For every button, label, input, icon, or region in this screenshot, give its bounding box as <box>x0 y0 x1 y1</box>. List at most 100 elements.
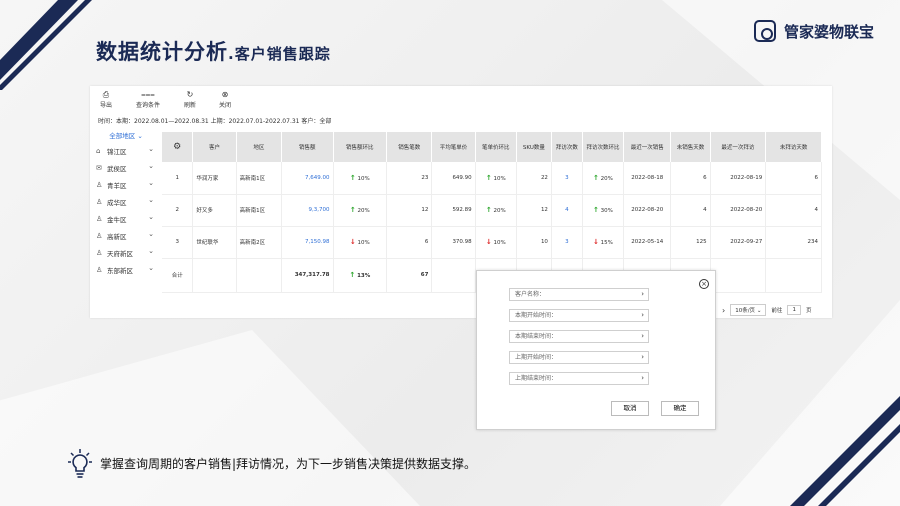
visits-link[interactable]: 3 <box>551 162 583 195</box>
lightbulb-icon <box>68 449 92 478</box>
corner-stripes-bottom-right <box>790 396 900 506</box>
table-row[interactable]: 1 华润万家 高新南1区 7,649.00 ↑ 10% 23 649.90 ↑ … <box>162 162 822 195</box>
table-row[interactable]: 2 好又多 高新南1区 9,3,700 ↑ 20% 12 592.89 ↑ 20… <box>162 194 822 227</box>
slide-caption: 掌握查询周期的客户销售|拜访情况，为下一步销售决策提供数据支撑。 <box>100 457 477 471</box>
chevron-down-icon: ⌄ <box>148 247 154 255</box>
user-icon: ♙ <box>96 265 103 274</box>
column-header[interactable]: 拜访次数环比 <box>582 132 625 162</box>
chevron-right-icon: › <box>641 353 644 361</box>
title-main: 数据统计分析 <box>96 40 228 64</box>
bg-shape <box>0 330 420 506</box>
mail-icon: ✉ <box>96 163 102 172</box>
export-button[interactable]: ⎙ 导出 <box>86 90 126 109</box>
sales-link[interactable]: 9,3,700 <box>281 194 334 227</box>
query-conditions-button[interactable]: ⩶ 查询条件 <box>128 90 168 109</box>
column-header[interactable]: SKU数量 <box>516 132 552 162</box>
user-icon: ♙ <box>96 180 103 189</box>
column-header[interactable]: 客户 <box>192 132 237 162</box>
sales-link[interactable]: 7,150.98 <box>281 226 334 259</box>
sidebar-item-region[interactable]: ♙ 高新区 ⌄ <box>90 227 162 244</box>
column-header[interactable]: 地区 <box>236 132 283 162</box>
next-page-icon[interactable]: › <box>722 306 725 315</box>
customer-sales-table: ⚙ 客户 地区 销售额 销售额环比 销售笔数 平均笔单价 笔单价环比 SKU数量… <box>162 132 822 293</box>
chevron-down-icon: ⌄ <box>148 162 154 170</box>
settings-icon[interactable]: ⚙ <box>162 132 194 162</box>
sidebar-item-region[interactable]: ♙ 成华区 ⌄ <box>90 193 162 210</box>
brand-logo-icon <box>754 20 776 42</box>
title-sub: .客户销售跟踪 <box>228 45 331 63</box>
brand: 管家婆物联宝 <box>754 20 874 42</box>
arrow-down-icon: ↓ <box>485 238 492 246</box>
refresh-icon: ↻ <box>186 90 194 99</box>
chevron-down-icon: ⌄ <box>148 213 154 221</box>
dialog-close-icon[interactable]: × <box>699 279 709 289</box>
report-window: ⎙ 导出 ⩶ 查询条件 ↻ 刷新 ⊗ 关闭 时间：本期：2022.08.01—2022.… <box>90 86 832 318</box>
brand-name: 管家婆物联宝 <box>784 22 875 41</box>
chevron-down-icon: ⌄ <box>148 264 154 272</box>
column-header[interactable]: 最近一次销售 <box>623 132 672 162</box>
column-header[interactable]: 最近一次拜访 <box>710 132 767 162</box>
column-header[interactable]: 平均笔单价 <box>431 132 476 162</box>
export-icon: ⎙ <box>102 90 110 99</box>
current-start-field[interactable]: 本期开始时间： › <box>509 309 649 322</box>
arrow-down-icon: ↓ <box>593 238 599 246</box>
sidebar-item-region[interactable]: ♙ 青羊区 ⌄ <box>90 176 162 193</box>
column-header[interactable]: 销售额 <box>281 132 334 162</box>
sidebar-item-region[interactable]: ♙ 金牛区 ⌄ <box>90 210 162 227</box>
column-header[interactable]: 销售额环比 <box>333 132 388 162</box>
page-unit: 页 <box>805 308 812 314</box>
user-icon: ♙ <box>96 248 103 257</box>
customer-name-field[interactable]: 客户名称： › <box>509 288 649 301</box>
user-icon: ♙ <box>96 231 103 240</box>
slide-title: 数据统计分析.客户销售跟踪 <box>96 36 331 66</box>
goto-label: 前往 <box>771 308 783 314</box>
sidebar-item-region[interactable]: ⌂ 锦江区 ⌄ <box>90 142 162 159</box>
sales-link[interactable]: 7,649.00 <box>281 162 334 195</box>
sidebar-item-all-regions[interactable]: 全部地区 ⌄ <box>90 130 162 142</box>
table-row[interactable]: 3 世纪联华 高新南2区 7,150.98 ↓ 10% 6 370.98 ↓ 1… <box>162 226 822 259</box>
table-header-row: ⚙ 客户 地区 销售额 销售额环比 销售笔数 平均笔单价 笔单价环比 SKU数量… <box>162 132 822 162</box>
close-icon: ⊗ <box>221 90 229 99</box>
previous-end-field[interactable]: 上期结束时间： › <box>509 372 649 385</box>
arrow-up-icon: ↑ <box>349 206 356 214</box>
confirm-button[interactable]: 确定 <box>661 401 699 416</box>
previous-start-field[interactable]: 上期开始时间： › <box>509 351 649 364</box>
chevron-right-icon: › <box>641 332 644 340</box>
pagination: › 10条/页 ⌄ 前往 1 页 <box>722 304 811 316</box>
chevron-down-icon: ⌄ <box>148 230 154 238</box>
sidebar-item-region[interactable]: ♙ 东部新区 ⌄ <box>90 261 162 278</box>
home-icon: ⌂ <box>96 146 101 155</box>
column-header[interactable]: 未销售天数 <box>670 132 711 162</box>
chevron-down-icon: ⌄ <box>148 145 154 153</box>
column-header[interactable]: 销售笔数 <box>386 132 433 162</box>
arrow-up-icon: ↑ <box>349 173 356 182</box>
page-input[interactable]: 1 <box>787 305 801 315</box>
column-header[interactable]: 笔单价环比 <box>475 132 517 162</box>
toolbar: ⎙ 导出 ⩶ 查询条件 ↻ 刷新 ⊗ 关闭 <box>90 86 832 110</box>
chevron-right-icon: › <box>641 311 644 319</box>
user-icon: ♙ <box>96 214 103 223</box>
column-header[interactable]: 未拜访天数 <box>765 132 822 162</box>
cancel-button[interactable]: 取消 <box>611 401 649 416</box>
visits-link[interactable]: 3 <box>551 226 583 259</box>
visits-link[interactable]: 4 <box>551 194 583 227</box>
column-header[interactable]: 拜访次数 <box>551 132 583 162</box>
user-icon: ♙ <box>96 197 103 206</box>
slide: 数据统计分析.客户销售跟踪 管家婆物联宝 ⎙ 导出 ⩶ 查询条件 ↻ 刷新 ⊗ 关闭 时… <box>0 0 900 506</box>
chevron-right-icon: › <box>641 374 644 382</box>
refresh-button[interactable]: ↻ 刷新 <box>170 90 210 109</box>
query-dialog: × 客户名称： › 本期开始时间： › 本期结束时间： › 上期开始时间： › 上期结束… <box>476 270 716 430</box>
arrow-up-icon: ↑ <box>593 173 599 182</box>
filter-summary: 时间：本期：2022.08.01—2022.08.31 上期：2022.07.0… <box>98 118 332 125</box>
page-size-select[interactable]: 10条/页 ⌄ <box>730 304 767 316</box>
chevron-down-icon: ⌄ <box>148 179 154 187</box>
sidebar-item-region[interactable]: ✉ 武侯区 ⌄ <box>90 159 162 176</box>
sidebar-item-region[interactable]: ♙ 天府新区 ⌄ <box>90 244 162 261</box>
chevron-down-icon: ⌄ <box>756 308 762 314</box>
arrow-up-icon: ↑ <box>349 271 356 279</box>
chevron-down-icon: ⌄ <box>137 132 143 140</box>
filter-icon: ⩶ <box>141 90 155 99</box>
region-sidebar: 全部地区 ⌄ ⌂ 锦江区 ⌄ ✉ 武侯区 ⌄ ♙ 青羊区 ⌄ ♙ 成华区 ⌄ ♙ 金牛区 ⌄ ♙ 高新… <box>90 130 162 286</box>
close-button[interactable]: ⊗ 关闭 <box>205 90 245 109</box>
current-end-field[interactable]: 本期结束时间： › <box>509 330 649 343</box>
